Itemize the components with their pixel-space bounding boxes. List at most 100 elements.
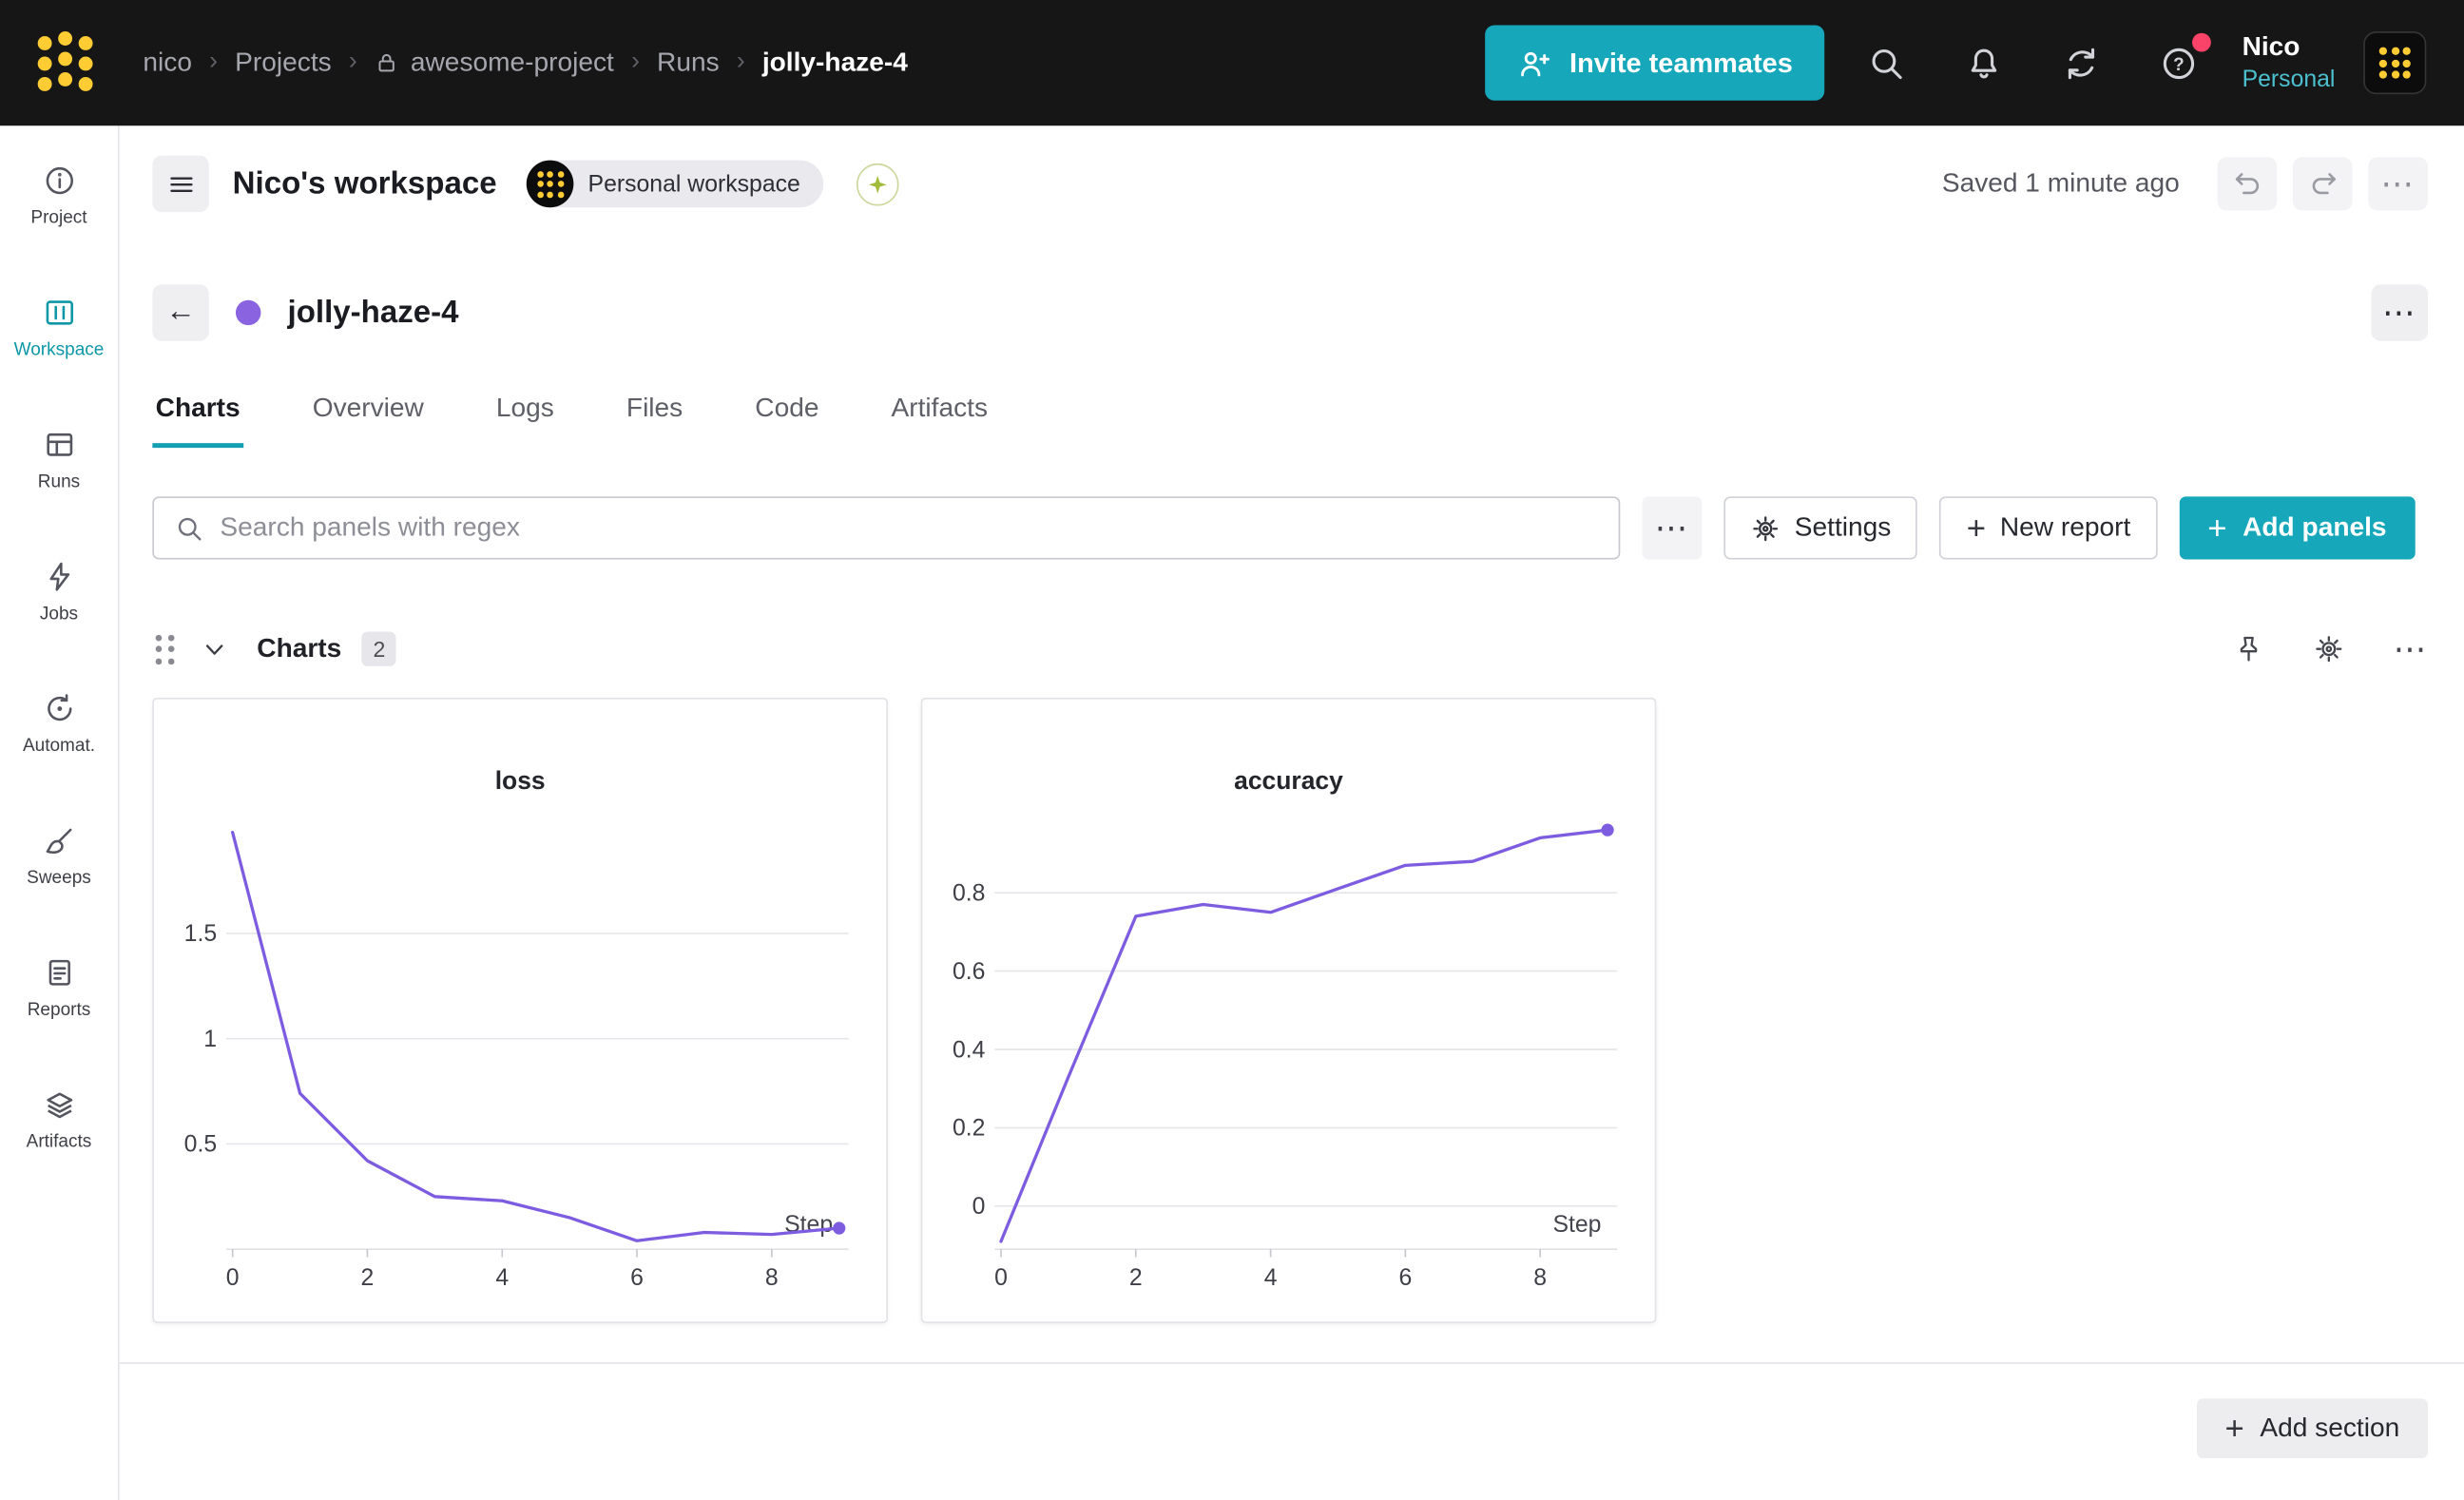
redo-button[interactable] [2293, 157, 2353, 210]
sidebar-item-jobs[interactable]: Jobs [0, 559, 118, 624]
invite-teammates-button[interactable]: Invite teammates [1485, 25, 1824, 100]
chart-title: accuracy [922, 768, 1654, 797]
plus-icon: + [1967, 511, 1986, 545]
sidebar-item-sweeps[interactable]: Sweeps [0, 823, 118, 888]
sidebar-item-label: Workspace [14, 341, 105, 360]
report-icon [42, 955, 76, 990]
ellipsis-icon: ⋯ [2394, 632, 2428, 665]
redo-icon [2306, 167, 2339, 201]
breadcrumb-run: jolly-haze-4 [762, 48, 908, 79]
sidebar-item-label: Reports [28, 1001, 91, 1020]
add-section-button[interactable]: + Add section [2197, 1398, 2428, 1458]
plus-icon: + [2225, 1412, 2244, 1445]
svg-text:0.8: 0.8 [953, 880, 985, 906]
section-actions: ⋯ [2233, 632, 2428, 665]
svg-text:0.5: 0.5 [184, 1132, 217, 1158]
sidebar-item-label: Project [30, 209, 87, 228]
tab-artifacts[interactable]: Artifacts [888, 383, 991, 448]
breadcrumb-project-label: awesome-project [411, 48, 614, 79]
sidebar-item-label: Automat. [23, 737, 95, 756]
tab-code[interactable]: Code [752, 383, 822, 448]
pin-section-button[interactable] [2233, 633, 2264, 664]
settings-button[interactable]: Settings [1723, 496, 1917, 559]
back-button[interactable]: ← [152, 284, 209, 341]
undo-button[interactable] [2217, 157, 2277, 210]
workspace-more-button[interactable]: ⋯ [2368, 157, 2428, 210]
workspace-title: Nico's workspace [233, 165, 497, 202]
sidebar-item-workspace[interactable]: Workspace [0, 296, 118, 360]
saved-status: Saved 1 minute ago [1942, 168, 2180, 200]
settings-label: Settings [1795, 512, 1892, 544]
chart-panel-loss[interactable]: loss0.511.502468Step [152, 698, 888, 1323]
chart-title: loss [154, 768, 886, 797]
ellipsis-icon: ⋯ [2382, 297, 2416, 330]
section-more-button[interactable]: ⋯ [2394, 632, 2428, 665]
breadcrumb-runs[interactable]: Runs [657, 48, 720, 79]
search-icon [1867, 43, 1906, 82]
svg-text:4: 4 [495, 1265, 509, 1291]
breadcrumb-projects[interactable]: Projects [235, 48, 332, 79]
section-title: Charts [257, 633, 341, 664]
drag-handle[interactable] [152, 631, 177, 667]
svg-text:4: 4 [1264, 1265, 1278, 1291]
run-more-button[interactable]: ⋯ [2371, 284, 2428, 341]
main-content: Nico's workspace Personal workspace Save… [120, 125, 2464, 1500]
sidebar-item-runs[interactable]: Runs [0, 428, 118, 492]
breadcrumb-separator: › [209, 48, 218, 77]
panel-search [152, 496, 1620, 559]
chevron-down-icon [201, 636, 227, 663]
breadcrumb-entity[interactable]: nico [143, 48, 192, 79]
new-report-button[interactable]: + New report [1940, 496, 2158, 559]
chart-canvas[interactable]: 00.20.40.60.802468Step [922, 797, 1654, 1316]
wandb-logo-icon[interactable] [38, 35, 93, 90]
tab-overview[interactable]: Overview [309, 383, 427, 448]
workspace-icon [42, 296, 76, 330]
workspace-badge-label: Personal workspace [588, 170, 800, 197]
svg-text:8: 8 [1533, 1265, 1547, 1291]
workspace-badge[interactable]: Personal workspace [527, 161, 824, 208]
chart-canvas[interactable]: 0.511.502468Step [154, 797, 886, 1316]
add-panels-label: Add panels [2243, 512, 2386, 544]
avatar-dots-icon [2379, 48, 2411, 79]
section-settings-button[interactable] [2313, 633, 2344, 664]
sidebar-item-artifacts[interactable]: Artifacts [0, 1087, 118, 1152]
automations-icon [42, 691, 76, 725]
footer: + Add section [152, 1364, 2428, 1458]
chart-panel-accuracy[interactable]: accuracy00.20.40.60.802468Step [921, 698, 1657, 1323]
user-menu[interactable]: Nico Personal [2243, 30, 2336, 96]
svg-text:1: 1 [203, 1027, 217, 1052]
search-input[interactable] [220, 512, 1598, 544]
breadcrumb-project[interactable]: awesome-project [375, 48, 614, 79]
invite-teammates-label: Invite teammates [1569, 47, 1793, 80]
breadcrumb-separator: › [631, 48, 640, 77]
workspace-menu-button[interactable] [152, 156, 209, 213]
plus-icon: + [2207, 511, 2226, 545]
workspace-avatar [527, 161, 574, 208]
refresh-button[interactable] [2048, 29, 2117, 98]
lightning-icon [42, 559, 76, 593]
add-panels-button[interactable]: + Add panels [2180, 496, 2416, 559]
sparkle-button[interactable] [857, 163, 899, 205]
sidebar-item-automations[interactable]: Automat. [0, 691, 118, 756]
tab-files[interactable]: Files [624, 383, 686, 448]
notifications-button[interactable] [1950, 29, 2019, 98]
search-button[interactable] [1853, 29, 1922, 98]
collapse-section-button[interactable] [197, 632, 230, 665]
sidebar-item-label: Sweeps [27, 869, 91, 888]
svg-text:2: 2 [361, 1265, 375, 1291]
layers-icon [42, 1087, 76, 1122]
svg-text:2: 2 [1129, 1265, 1143, 1291]
avatar[interactable] [2363, 31, 2426, 94]
sidebar-item-project[interactable]: Project [0, 163, 118, 228]
sidebar-item-reports[interactable]: Reports [0, 955, 118, 1020]
gear-icon [2313, 633, 2344, 664]
chart-panels-grid: loss0.511.502468Stepaccuracy00.20.40.60.… [152, 698, 2428, 1323]
tab-logs[interactable]: Logs [493, 383, 558, 448]
svg-text:0.6: 0.6 [953, 959, 985, 985]
breadcrumb: nico › Projects › awesome-project › Runs… [143, 48, 907, 79]
help-button[interactable]: ? [2145, 29, 2214, 98]
search-more-button[interactable]: ⋯ [1642, 496, 1702, 559]
tab-charts[interactable]: Charts [152, 383, 243, 448]
sidebar-item-label: Runs [38, 473, 80, 492]
sidebar-item-label: Artifacts [27, 1133, 92, 1152]
